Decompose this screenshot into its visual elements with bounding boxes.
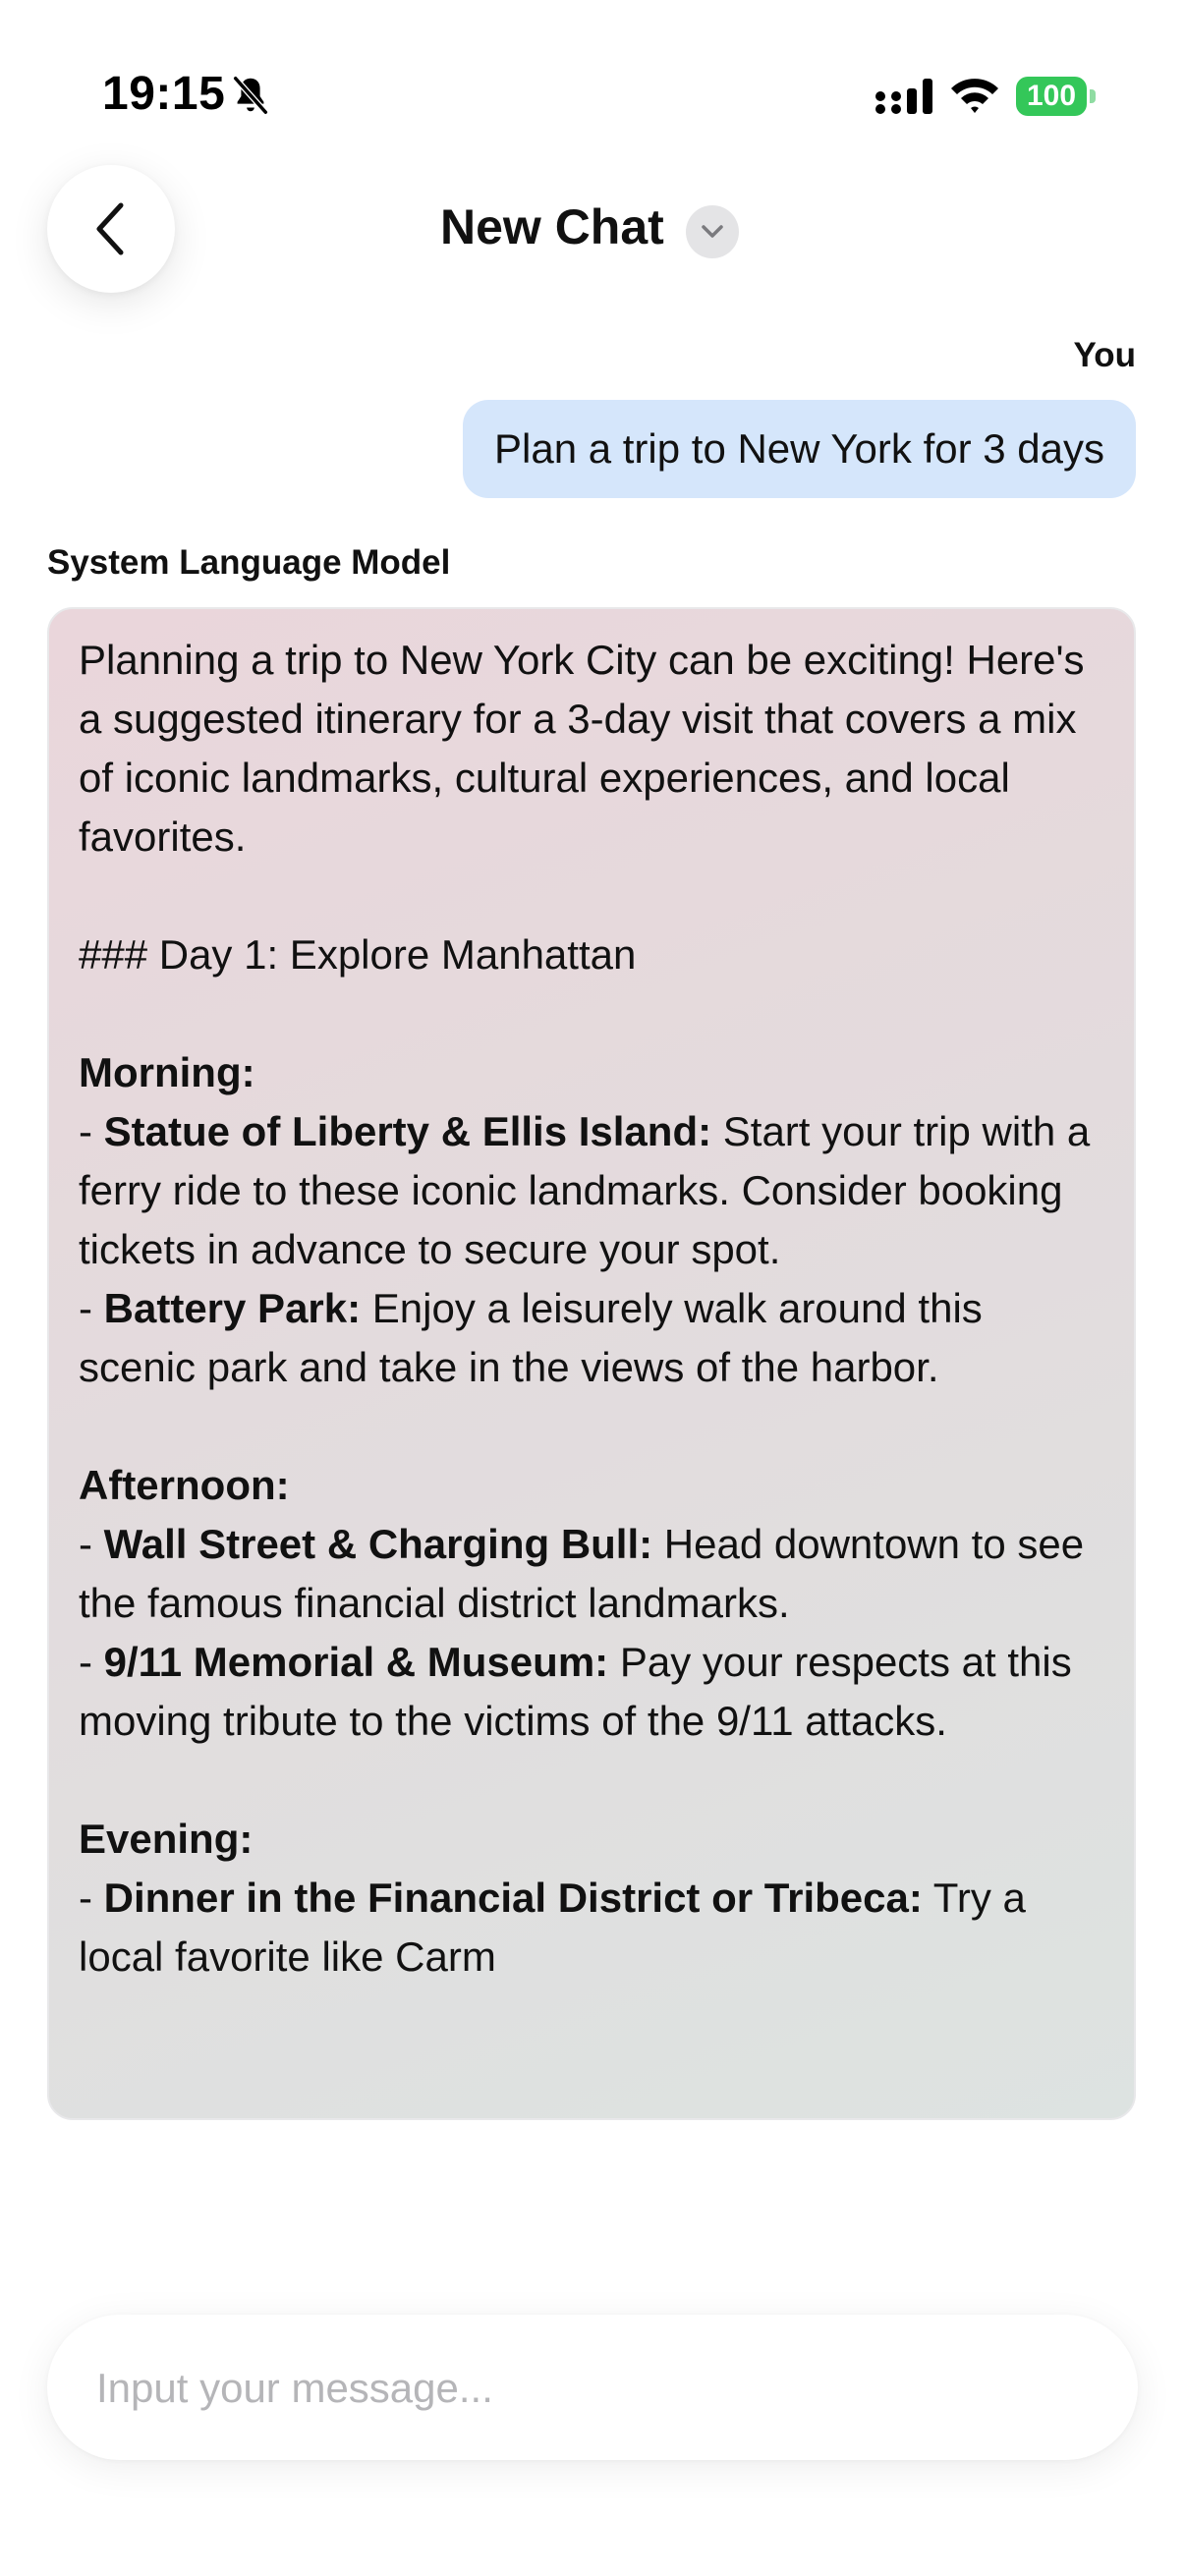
page-title: New Chat [440, 199, 664, 254]
list-item: - Wall Street & Charging Bull: Head down… [79, 1521, 1085, 1626]
model-sender-label: System Language Model [47, 543, 451, 582]
battery-cap [1090, 89, 1096, 103]
list-item: - 9/11 Memorial & Museum: Pay your respe… [79, 1639, 1072, 1744]
status-time: 19:15 [102, 68, 226, 120]
bell-slash-icon [232, 75, 269, 116]
battery-level: 100 [1016, 77, 1087, 116]
signal-icon [875, 79, 932, 114]
message-composer [47, 2315, 1138, 2462]
status-bar: 19:15 100 [0, 0, 1185, 196]
list-item-title: Wall Street & Charging Bull: [103, 1521, 653, 1567]
evening-heading: Evening: [79, 1816, 254, 1862]
battery-icon: 100 [1016, 77, 1097, 116]
list-item: - Battery Park: Enjoy a leisurely walk a… [79, 1285, 983, 1390]
wifi-icon [951, 79, 998, 113]
list-item-title: Statue of Liberty & Ellis Island: [103, 1108, 712, 1154]
title-dropdown-button[interactable] [686, 205, 739, 258]
chevron-left-icon [96, 202, 124, 255]
user-sender-label: You [1073, 336, 1136, 374]
day1-heading: ### Day 1: Explore Manhattan [79, 931, 637, 978]
list-item: - Statue of Liberty & Ellis Island: Star… [79, 1108, 1091, 1272]
list-item-title: Dinner in the Financial District or Trib… [103, 1875, 923, 1921]
model-message-bubble[interactable]: Planning a trip to New York City can be … [47, 607, 1136, 2120]
message-input[interactable] [94, 2315, 1081, 2462]
user-message-bubble[interactable]: Plan a trip to New York for 3 days [463, 400, 1136, 498]
list-item-title: Battery Park: [103, 1285, 362, 1331]
chevron-down-icon [702, 225, 723, 238]
model-intro: Planning a trip to New York City can be … [79, 637, 1085, 860]
list-item-title: 9/11 Memorial & Museum: [103, 1639, 609, 1685]
list-item: - Dinner in the Financial District or Tr… [79, 1875, 1026, 1980]
morning-heading: Morning: [79, 1049, 255, 1095]
back-button[interactable] [47, 165, 175, 293]
afternoon-heading: Afternoon: [79, 1462, 290, 1508]
